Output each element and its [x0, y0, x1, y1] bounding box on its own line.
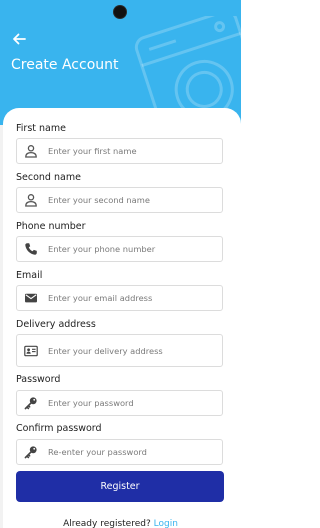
person-icon [25, 145, 37, 158]
phone-number-field[interactable]: Enter your phone number [16, 236, 223, 262]
email-field[interactable]: Enter your email address [16, 285, 223, 311]
first-name-field[interactable]: Enter your first name [16, 138, 223, 164]
front-camera [114, 6, 126, 18]
register-button[interactable]: Register [16, 471, 224, 502]
login-prompt: Already registered? Login [0, 519, 241, 528]
second-name-label: Second name [16, 172, 81, 183]
header-banner: Create Account [0, 0, 241, 125]
email-placeholder: Enter your email address [48, 293, 153, 303]
arrow-left-icon[interactable] [11, 31, 27, 47]
password-placeholder: Enter your password [48, 398, 134, 408]
second-name-field[interactable]: Enter your second name [16, 187, 223, 213]
confirm-password-field[interactable]: Re-enter your password [16, 439, 223, 465]
key-icon [24, 446, 37, 459]
confirm-password-label: Confirm password [16, 423, 102, 434]
delivery-address-placeholder: Enter your delivery address [48, 345, 163, 356]
form-card [3, 108, 241, 528]
email-label: Email [16, 270, 43, 281]
page-title: Create Account [11, 57, 119, 73]
confirm-password-placeholder: Re-enter your password [48, 447, 147, 457]
first-name-placeholder: Enter your first name [48, 146, 137, 156]
delivery-address-label: Delivery address [16, 319, 96, 330]
mail-icon [25, 293, 37, 303]
person-icon [25, 194, 37, 207]
first-name-label: First name [16, 123, 66, 134]
delivery-address-field[interactable]: Enter your delivery address [16, 334, 223, 367]
login-link[interactable]: Login [154, 519, 178, 528]
phone-number-label: Phone number [16, 221, 86, 232]
password-field[interactable]: Enter your password [16, 390, 223, 416]
key-icon [24, 397, 37, 410]
contact-card-icon [24, 345, 38, 356]
phone-number-placeholder: Enter your phone number [48, 244, 156, 254]
password-label: Password [16, 374, 61, 385]
second-name-placeholder: Enter your second name [48, 195, 150, 205]
login-prompt-text: Already registered? [63, 519, 151, 528]
phone-icon [25, 243, 37, 255]
phone-screen: Create Account First name Enter your fir… [0, 0, 241, 528]
